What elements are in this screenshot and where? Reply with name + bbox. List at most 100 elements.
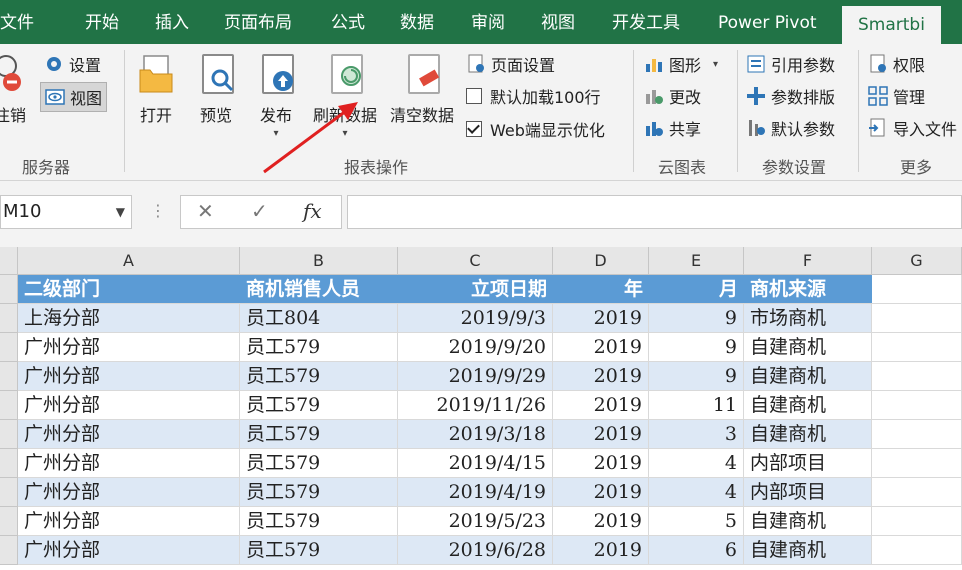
column-header-e[interactable]: E bbox=[649, 247, 744, 275]
row-header[interactable] bbox=[0, 478, 18, 507]
table-cell[interactable]: 9 bbox=[649, 333, 744, 362]
default-params-button[interactable]: 默认参数 bbox=[746, 116, 835, 140]
table-cell[interactable]: 员工579 bbox=[240, 420, 398, 449]
header-cell[interactable]: 商机来源 bbox=[744, 275, 872, 304]
table-cell[interactable]: 2019 bbox=[553, 449, 649, 478]
tab-file[interactable]: 文件 bbox=[0, 0, 34, 44]
empty-cell[interactable] bbox=[872, 304, 962, 333]
header-cell[interactable]: 年 bbox=[553, 275, 649, 304]
column-header-c[interactable]: C bbox=[398, 247, 553, 275]
arrange-params-button[interactable]: 参数排版 bbox=[746, 84, 835, 108]
tab-insert[interactable]: 插入 bbox=[155, 0, 189, 44]
row-header[interactable] bbox=[0, 391, 18, 420]
select-all-corner[interactable] bbox=[0, 247, 18, 275]
table-cell[interactable]: 自建商机 bbox=[744, 333, 872, 362]
column-header-g[interactable]: G bbox=[872, 247, 962, 275]
table-cell[interactable]: 9 bbox=[649, 362, 744, 391]
table-cell[interactable]: 2019/4/19 bbox=[398, 478, 553, 507]
table-cell[interactable]: 2019 bbox=[553, 362, 649, 391]
open-button[interactable]: 打开 bbox=[134, 52, 178, 126]
table-cell[interactable]: 上海分部 bbox=[18, 304, 240, 333]
table-cell[interactable]: 2019 bbox=[553, 507, 649, 536]
empty-cell[interactable] bbox=[872, 507, 962, 536]
table-cell[interactable]: 员工579 bbox=[240, 536, 398, 565]
table-cell[interactable]: 广州分部 bbox=[18, 420, 240, 449]
empty-cell[interactable] bbox=[872, 391, 962, 420]
clear-data-button[interactable]: 清空数据 bbox=[384, 52, 460, 126]
table-cell[interactable]: 员工579 bbox=[240, 333, 398, 362]
settings-button[interactable]: 设置 bbox=[44, 52, 101, 76]
table-cell[interactable]: 员工579 bbox=[240, 449, 398, 478]
row-header[interactable] bbox=[0, 304, 18, 333]
import-file-button[interactable]: 导入文件 bbox=[868, 116, 957, 140]
table-cell[interactable]: 广州分部 bbox=[18, 536, 240, 565]
chevron-down-icon[interactable]: ▼ bbox=[116, 196, 125, 228]
more-options-icon[interactable]: ⋮ bbox=[150, 201, 166, 220]
column-header-d[interactable]: D bbox=[553, 247, 649, 275]
table-cell[interactable]: 9 bbox=[649, 304, 744, 333]
tab-power-pivot[interactable]: Power Pivot bbox=[718, 0, 817, 44]
table-cell[interactable]: 2019 bbox=[553, 420, 649, 449]
table-cell[interactable]: 内部项目 bbox=[744, 478, 872, 507]
default-load-checkbox[interactable]: 默认加载100行 bbox=[466, 84, 601, 108]
row-header[interactable] bbox=[0, 449, 18, 478]
table-cell[interactable]: 自建商机 bbox=[744, 507, 872, 536]
column-header-b[interactable]: B bbox=[240, 247, 398, 275]
table-cell[interactable]: 2019 bbox=[553, 333, 649, 362]
row-header[interactable] bbox=[0, 333, 18, 362]
formula-input[interactable] bbox=[347, 195, 962, 229]
page-setup-button[interactable]: 页面设置 bbox=[466, 52, 555, 76]
table-cell[interactable]: 员工579 bbox=[240, 478, 398, 507]
table-cell[interactable]: 市场商机 bbox=[744, 304, 872, 333]
chart-button[interactable]: 图形 ▾ bbox=[644, 52, 718, 76]
table-cell[interactable]: 内部项目 bbox=[744, 449, 872, 478]
table-cell[interactable]: 自建商机 bbox=[744, 391, 872, 420]
table-cell[interactable]: 员工579 bbox=[240, 362, 398, 391]
web-optimize-checkbox[interactable]: Web端显示优化 bbox=[466, 117, 605, 141]
table-cell[interactable]: 2019 bbox=[553, 478, 649, 507]
default-load-check[interactable] bbox=[466, 88, 482, 104]
enter-icon[interactable]: ✓ bbox=[251, 199, 268, 223]
column-header-f[interactable]: F bbox=[744, 247, 872, 275]
empty-cell[interactable] bbox=[872, 333, 962, 362]
view-button[interactable]: 视图 bbox=[40, 82, 108, 112]
tab-formulas[interactable]: 公式 bbox=[331, 0, 365, 44]
header-cell[interactable]: 商机销售人员 bbox=[240, 275, 398, 304]
table-cell[interactable]: 自建商机 bbox=[744, 420, 872, 449]
table-cell[interactable]: 4 bbox=[649, 449, 744, 478]
table-cell[interactable]: 广州分部 bbox=[18, 391, 240, 420]
table-cell[interactable]: 2019 bbox=[553, 304, 649, 333]
header-cell[interactable]: 立项日期 bbox=[398, 275, 553, 304]
row-header[interactable] bbox=[0, 536, 18, 565]
table-cell[interactable]: 员工579 bbox=[240, 391, 398, 420]
cite-params-button[interactable]: 引用参数 bbox=[746, 52, 835, 76]
empty-cell[interactable] bbox=[872, 449, 962, 478]
table-cell[interactable]: 员工804 bbox=[240, 304, 398, 333]
tab-home[interactable]: 开始 bbox=[85, 0, 119, 44]
empty-cell[interactable] bbox=[872, 420, 962, 449]
table-cell[interactable]: 广州分部 bbox=[18, 362, 240, 391]
preview-button[interactable]: 预览 bbox=[194, 52, 238, 126]
share-button[interactable]: 共享 bbox=[644, 116, 701, 140]
row-header[interactable] bbox=[0, 420, 18, 449]
chart-dropdown-icon[interactable]: ▾ bbox=[713, 59, 718, 70]
cancel-icon[interactable]: ✕ bbox=[197, 199, 214, 223]
table-cell[interactable]: 5 bbox=[649, 507, 744, 536]
name-box[interactable]: M10 ▼ bbox=[0, 195, 132, 229]
table-cell[interactable]: 2019/4/15 bbox=[398, 449, 553, 478]
permission-button[interactable]: 权限 bbox=[868, 52, 925, 76]
table-cell[interactable]: 4 bbox=[649, 478, 744, 507]
insert-function-icon[interactable]: fx bbox=[303, 199, 322, 223]
table-cell[interactable]: 广州分部 bbox=[18, 333, 240, 362]
column-header-a[interactable]: A bbox=[18, 247, 240, 275]
tab-developer[interactable]: 开发工具 bbox=[612, 0, 680, 44]
table-cell[interactable]: 2019/9/20 bbox=[398, 333, 553, 362]
web-optimize-check[interactable] bbox=[466, 121, 482, 137]
logout-button[interactable]: 注销 bbox=[0, 52, 34, 126]
manage-button[interactable]: 管理 bbox=[868, 84, 925, 108]
tab-view[interactable]: 视图 bbox=[541, 0, 575, 44]
empty-cell[interactable] bbox=[872, 362, 962, 391]
tab-data[interactable]: 数据 bbox=[400, 0, 434, 44]
table-cell[interactable]: 2019/9/3 bbox=[398, 304, 553, 333]
table-cell[interactable]: 2019/6/28 bbox=[398, 536, 553, 565]
